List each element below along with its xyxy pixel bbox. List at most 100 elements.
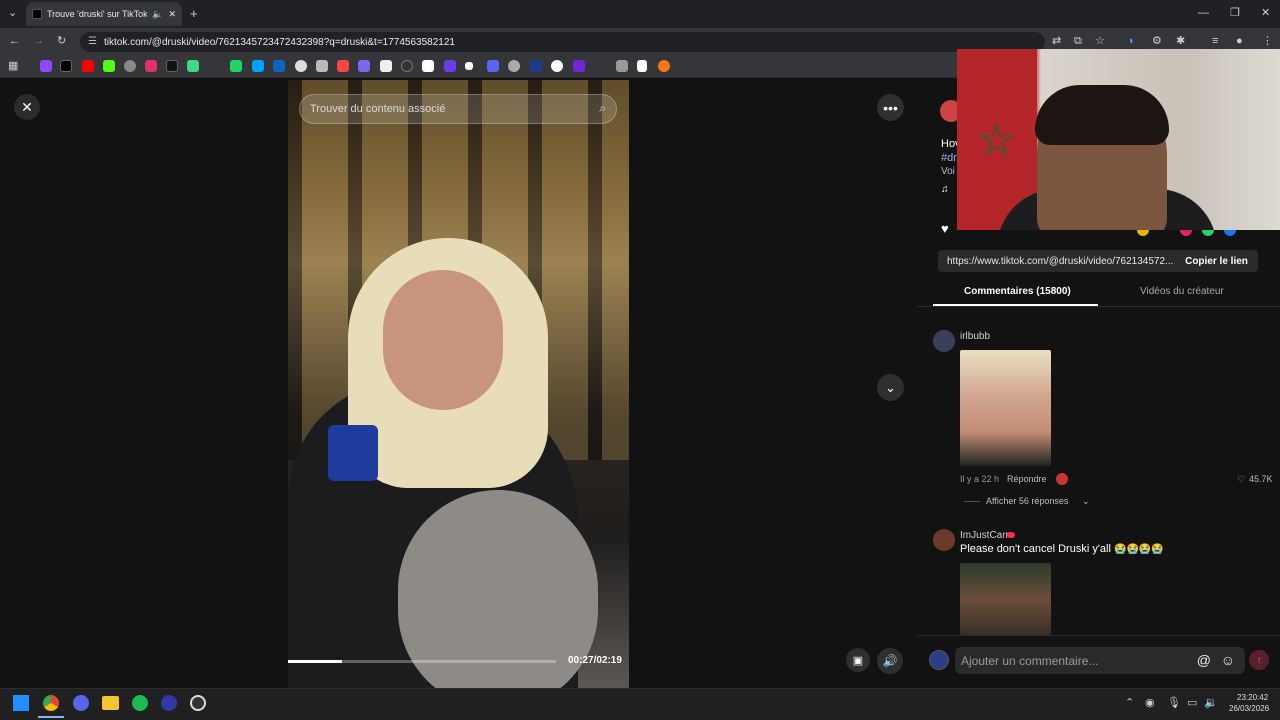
clock-date[interactable]: 26/03/2026 <box>1229 704 1269 713</box>
bookmark-icon-27[interactable] <box>637 60 647 72</box>
browser-tab[interactable]: Trouve 'druski' sur TikTok | R 🔈 ✕ <box>26 2 182 26</box>
reload-icon[interactable]: ↻ <box>57 36 66 47</box>
twitch-bookmark-icon[interactable] <box>40 60 52 72</box>
like-heart-icon[interactable]: ♥ <box>941 221 949 236</box>
bookmark-icon-24[interactable] <box>551 60 563 72</box>
see-more-partial[interactable]: Voi <box>941 166 955 177</box>
bookmark-icon-9[interactable] <box>230 60 242 72</box>
web-bookmark-icon[interactable] <box>124 60 136 72</box>
new-tab-icon[interactable]: + <box>190 7 198 20</box>
bookmark-star-icon[interactable]: ☆ <box>1095 36 1105 47</box>
bookmark-icon-18[interactable] <box>422 60 434 72</box>
related-content-search[interactable]: Trouver du contenu associé ⌕ <box>299 94 617 124</box>
puzzle-icon[interactable]: ✱ <box>1176 36 1185 47</box>
tab-title: Trouve 'druski' sur TikTok | R <box>47 9 148 19</box>
app-taskbar-icon[interactable] <box>190 695 206 711</box>
next-video-button[interactable]: ⌄ <box>877 374 904 401</box>
search-icon[interactable]: ⌕ <box>599 101 606 116</box>
bookmark-icon-12[interactable] <box>295 60 307 72</box>
translate-icon[interactable]: ⇄ <box>1052 36 1061 47</box>
minimize-icon[interactable]: — <box>1198 8 1209 19</box>
comment-input[interactable]: Ajouter un commentaire... @ ☺ <box>955 647 1245 674</box>
bookmark-icon-8[interactable] <box>187 60 199 72</box>
arrow-up-icon: ↑ <box>1256 654 1262 666</box>
speaker-tray-icon[interactable]: 🔉 <box>1204 698 1218 709</box>
tab-close-icon[interactable]: ✕ <box>168 9 176 20</box>
youtube-bookmark-icon[interactable] <box>82 60 94 72</box>
speaker-icon[interactable]: 🔈 <box>152 9 163 20</box>
media-icon[interactable]: ≡ <box>1212 36 1218 47</box>
comment-username[interactable]: ImJustCarr <box>960 530 1009 541</box>
input-divider <box>917 635 1280 636</box>
copy-link-button[interactable]: Copier le lien <box>1175 250 1258 272</box>
bookmark-icon-26[interactable] <box>616 60 628 72</box>
clock-time[interactable]: 23:20:42 <box>1237 693 1268 702</box>
bookmark-icon-17[interactable] <box>401 60 413 72</box>
bookmark-icon-21[interactable] <box>487 60 499 72</box>
file-explorer-icon[interactable] <box>102 696 119 710</box>
microphone-icon[interactable]: 🎙 <box>1167 698 1181 709</box>
profile-icon[interactable]: ● <box>1236 36 1243 47</box>
comment-avatar[interactable] <box>933 330 955 352</box>
show-replies-button[interactable]: Afficher 56 réponses <box>986 496 1068 506</box>
comment-image[interactable] <box>960 563 1051 635</box>
tray-chevron-icon[interactable]: ⌃ <box>1125 698 1134 709</box>
floating-player-button[interactable]: ▣ <box>846 648 870 672</box>
back-icon[interactable]: ← <box>9 36 20 47</box>
bookmark-icon-13[interactable] <box>316 60 328 72</box>
mention-icon[interactable]: @ <box>1197 652 1211 668</box>
menu-kebab-icon[interactable]: ⋮ <box>1262 36 1273 47</box>
reply-link[interactable]: Répondre <box>1007 474 1047 484</box>
display-icon[interactable]: ▭ <box>1187 698 1197 709</box>
tab-comments[interactable]: Commentaires (15800) <box>964 286 1071 302</box>
linkedin-bookmark-icon[interactable] <box>273 60 285 72</box>
bookmark-icon-22[interactable] <box>508 60 520 72</box>
discord-taskbar-icon[interactable] <box>73 695 89 711</box>
comment-username[interactable]: irlbubb <box>960 331 990 342</box>
bookmark-icon-28[interactable] <box>658 60 670 72</box>
site-info-icon[interactable]: ☰ <box>88 36 97 47</box>
bookmark-icon-20[interactable] <box>465 62 473 70</box>
comment-like-count: 45.7K <box>1249 474 1273 484</box>
spotify-taskbar-icon[interactable] <box>132 695 148 711</box>
send-comment-button[interactable]: ↑ <box>1249 650 1269 670</box>
extension-icon-2[interactable]: ⚙ <box>1152 36 1162 47</box>
tiktok-bookmark-icon[interactable] <box>166 60 178 72</box>
window-close-icon[interactable]: ✕ <box>1261 8 1270 19</box>
tab-creator-videos[interactable]: Vidéos du créateur <box>1140 286 1224 302</box>
related-content-search-placeholder: Trouver du contenu associé <box>310 103 446 115</box>
comment-image[interactable] <box>960 350 1051 466</box>
emoji-icon[interactable]: ☺ <box>1221 652 1235 668</box>
tray-discord-icon[interactable]: ◉ <box>1145 698 1155 709</box>
url-field[interactable]: ☰ tiktok.com/@druski/video/7621345723472… <box>80 32 1045 52</box>
video-player[interactable] <box>288 80 629 688</box>
bookmark-icon-23[interactable] <box>530 60 542 72</box>
kick-bookmark-icon[interactable] <box>103 60 115 72</box>
comment-avatar[interactable] <box>933 529 955 551</box>
maximize-icon[interactable]: ❐ <box>1230 8 1240 19</box>
chrome-taskbar-icon[interactable] <box>43 695 59 711</box>
forward-icon[interactable]: → <box>33 36 44 47</box>
bookmark-icon-19[interactable] <box>444 60 456 72</box>
windows-start-icon[interactable] <box>13 695 29 711</box>
bookmark-icon-15[interactable] <box>358 60 370 72</box>
x-bookmark-icon[interactable] <box>60 60 72 72</box>
messenger-bookmark-icon[interactable] <box>252 60 264 72</box>
apps-grid-icon[interactable]: ▦ <box>8 61 18 72</box>
bookmark-icon-25[interactable] <box>573 60 585 72</box>
extension-icon[interactable]: ◗ <box>1128 36 1135 47</box>
more-options-button[interactable]: ••• <box>877 94 904 121</box>
instagram-bookmark-icon[interactable] <box>145 60 157 72</box>
video-time: 00:27/02:19 <box>568 655 622 666</box>
tab-search-icon[interactable]: ⌄ <box>8 8 17 19</box>
ea-app-icon[interactable] <box>161 695 177 711</box>
volume-button[interactable]: 🔊 <box>877 648 903 674</box>
close-video-button[interactable]: ✕ <box>14 94 40 120</box>
install-icon[interactable]: ⧉ <box>1074 36 1082 47</box>
my-avatar[interactable] <box>929 650 949 670</box>
bookmark-icon-14[interactable] <box>337 60 349 72</box>
webcam-person-hair <box>1035 85 1169 145</box>
hashtag-partial[interactable]: #dr <box>941 152 957 164</box>
bookmark-icon-16[interactable] <box>380 60 392 72</box>
comment-like-heart-icon[interactable]: ♡ <box>1237 474 1245 485</box>
